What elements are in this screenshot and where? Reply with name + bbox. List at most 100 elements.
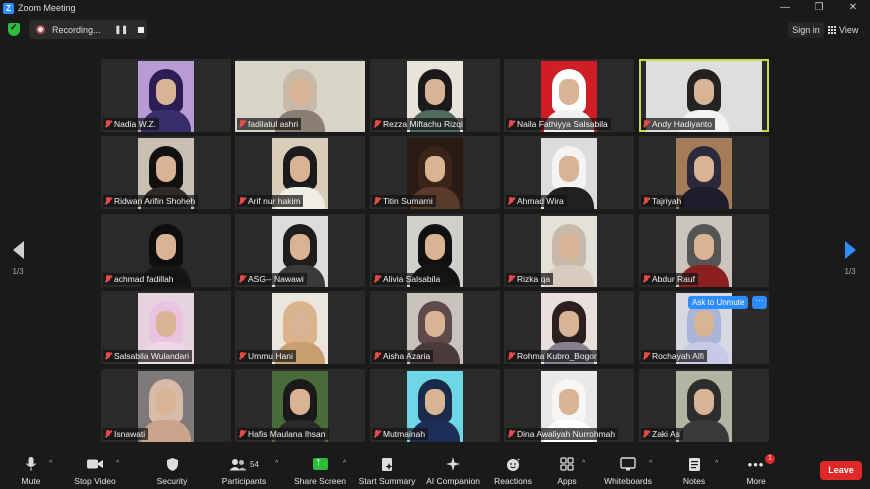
participant-name: Nadia W.Z. [114,119,157,129]
ai-companion-button[interactable]: AI Companion [424,455,482,486]
participant-face [559,234,579,260]
participant-name-tag: Salsabila Wulandari [103,350,192,362]
page-indicator-right: 1/3 [844,267,856,276]
apps-options-chevron-icon[interactable]: ^ [582,460,585,467]
participant-tile[interactable]: Isnawati [101,369,231,442]
participants-count: 54 [250,459,259,469]
participant-tile[interactable]: Nadia W.Z. [101,59,231,132]
participant-tile[interactable]: Rezza Miftachu Rizqi [370,59,500,132]
grid-view-icon [828,26,836,34]
participant-tile[interactable]: Rohma Kubro_Bogor [504,291,634,364]
stop-video-button[interactable]: Stop Video [72,455,118,486]
close-icon[interactable]: ✕ [836,0,870,16]
stop-video-label: Stop Video [74,476,116,486]
participant-name-tag: Ahmad Wira [506,195,567,207]
previous-page-button[interactable]: 1/3 [6,241,30,276]
participant-name-tag: Ridwan Arifin Shoheh [103,195,199,207]
video-gallery: Nadia W.Z. fadilatul ashri Rezza Miftachu … [101,59,773,445]
pause-recording-icon[interactable]: ❚❚ [115,25,128,34]
participant-name: Ummu Hani [248,351,293,361]
share-screen-icon [312,456,328,470]
participants-button[interactable]: 54 Participants [218,455,270,486]
participant-tile[interactable]: Zaki As [639,369,769,442]
participant-face [694,79,714,105]
more-notification-badge: 1 [765,454,775,464]
participant-tile[interactable]: fadilatul ashri [235,59,365,132]
start-summary-button[interactable]: Start Summary [358,455,416,486]
participant-name: Rizka qa [517,274,551,284]
participant-face [290,311,310,337]
participant-face [425,389,445,415]
participants-options-chevron-icon[interactable]: ^ [275,460,278,467]
participant-face [694,389,714,415]
participant-face [290,79,310,105]
security-button[interactable]: Security [154,455,190,486]
muted-microphone-icon [643,275,649,283]
participant-body [679,420,729,442]
recording-dot-icon [36,25,45,34]
video-options-chevron-icon[interactable]: ^ [116,460,119,467]
whiteboards-options-chevron-icon[interactable]: ^ [649,460,652,467]
stop-recording-icon[interactable] [137,26,144,33]
participant-face [290,234,310,260]
participant-tile[interactable]: Salsabila Wulandari [101,291,231,364]
maximize-icon[interactable]: ❐ [802,0,836,16]
view-button[interactable]: View [828,22,864,38]
notes-button[interactable]: Notes [680,455,708,486]
muted-microphone-icon [239,275,245,283]
participant-tile[interactable]: Titin Sumarni [370,136,500,209]
more-label: More [746,476,766,486]
participant-name: fadilatul ashri [248,119,299,129]
participant-tile[interactable]: Tajriyah [639,136,769,209]
participant-tile[interactable]: ASG-- Nawawi [235,214,365,287]
participant-name-tag: Rezza Miftachu Rizqi [372,118,466,130]
notes-options-chevron-icon[interactable]: ^ [715,460,718,467]
participant-tile[interactable]: Ahmad Wira [504,136,634,209]
participant-tile[interactable]: achmad fadillah [101,214,231,287]
participant-name-tag: Arif nur hakim [237,195,304,207]
participant-tile[interactable]: Abdur Rauf [639,214,769,287]
participant-body [679,187,729,209]
tile-more-options-button[interactable]: ··· [752,296,767,309]
participant-name: Ahmad Wira [517,196,564,206]
video-camera-icon [87,459,103,469]
leave-button[interactable]: Leave [820,461,862,480]
muted-microphone-icon [105,352,111,360]
participant-tile[interactable]: Dina Awaliyah Nurrohmah [504,369,634,442]
window-title: Zoom Meeting [18,3,76,13]
muted-microphone-icon [508,197,514,205]
participant-tile[interactable]: Ummu Hani [235,291,365,364]
more-dots-icon: ••• [747,456,765,472]
muted-microphone-icon [105,275,111,283]
next-page-button[interactable]: 1/3 [838,241,862,276]
participant-name-tag: Mutmainah [372,428,429,440]
participant-tile[interactable]: Hafis Maulana Ihsan [235,369,365,442]
share-options-chevron-icon[interactable]: ^ [343,460,346,467]
audio-options-chevron-icon[interactable]: ^ [49,460,52,467]
participant-tile[interactable]: Andy Hadiyanto [639,59,769,132]
participant-tile[interactable]: Rizka qa [504,214,634,287]
meeting-top-bar: Recording... ❚❚ Sign in View [0,16,870,44]
whiteboards-button[interactable]: Whiteboards [603,455,653,486]
notes-label: Notes [682,476,706,486]
encryption-shield-icon[interactable] [8,22,20,36]
share-screen-button[interactable]: Share Screen [294,455,346,486]
reactions-label: Reactions [494,476,532,486]
participant-tile[interactable]: Arif nur hakim [235,136,365,209]
ask-to-unmute-button[interactable]: Ask to Unmute [688,296,749,309]
participant-tile[interactable]: Mutmainah [370,369,500,442]
sign-in-button[interactable]: Sign in [788,22,824,38]
participant-tile[interactable]: Aisha Azaria [370,291,500,364]
apps-button[interactable]: Apps [554,455,580,486]
participant-tile[interactable]: Naila Fathiyya Salsabila [504,59,634,132]
participant-tile[interactable]: Alivia Salsabila [370,214,500,287]
participant-tile[interactable]: Ridwan Arifin Shoheh [101,136,231,209]
muted-microphone-icon [508,275,514,283]
participants-icon [229,458,247,470]
reactions-button[interactable]: + Reactions [492,455,534,487]
muted-microphone-icon [643,430,649,438]
mute-button[interactable]: Mute [18,455,44,486]
minimize-icon[interactable]: — [768,0,802,16]
participant-name: ASG-- Nawawi [248,274,304,284]
participant-name-tag: Nadia W.Z. [103,118,160,130]
